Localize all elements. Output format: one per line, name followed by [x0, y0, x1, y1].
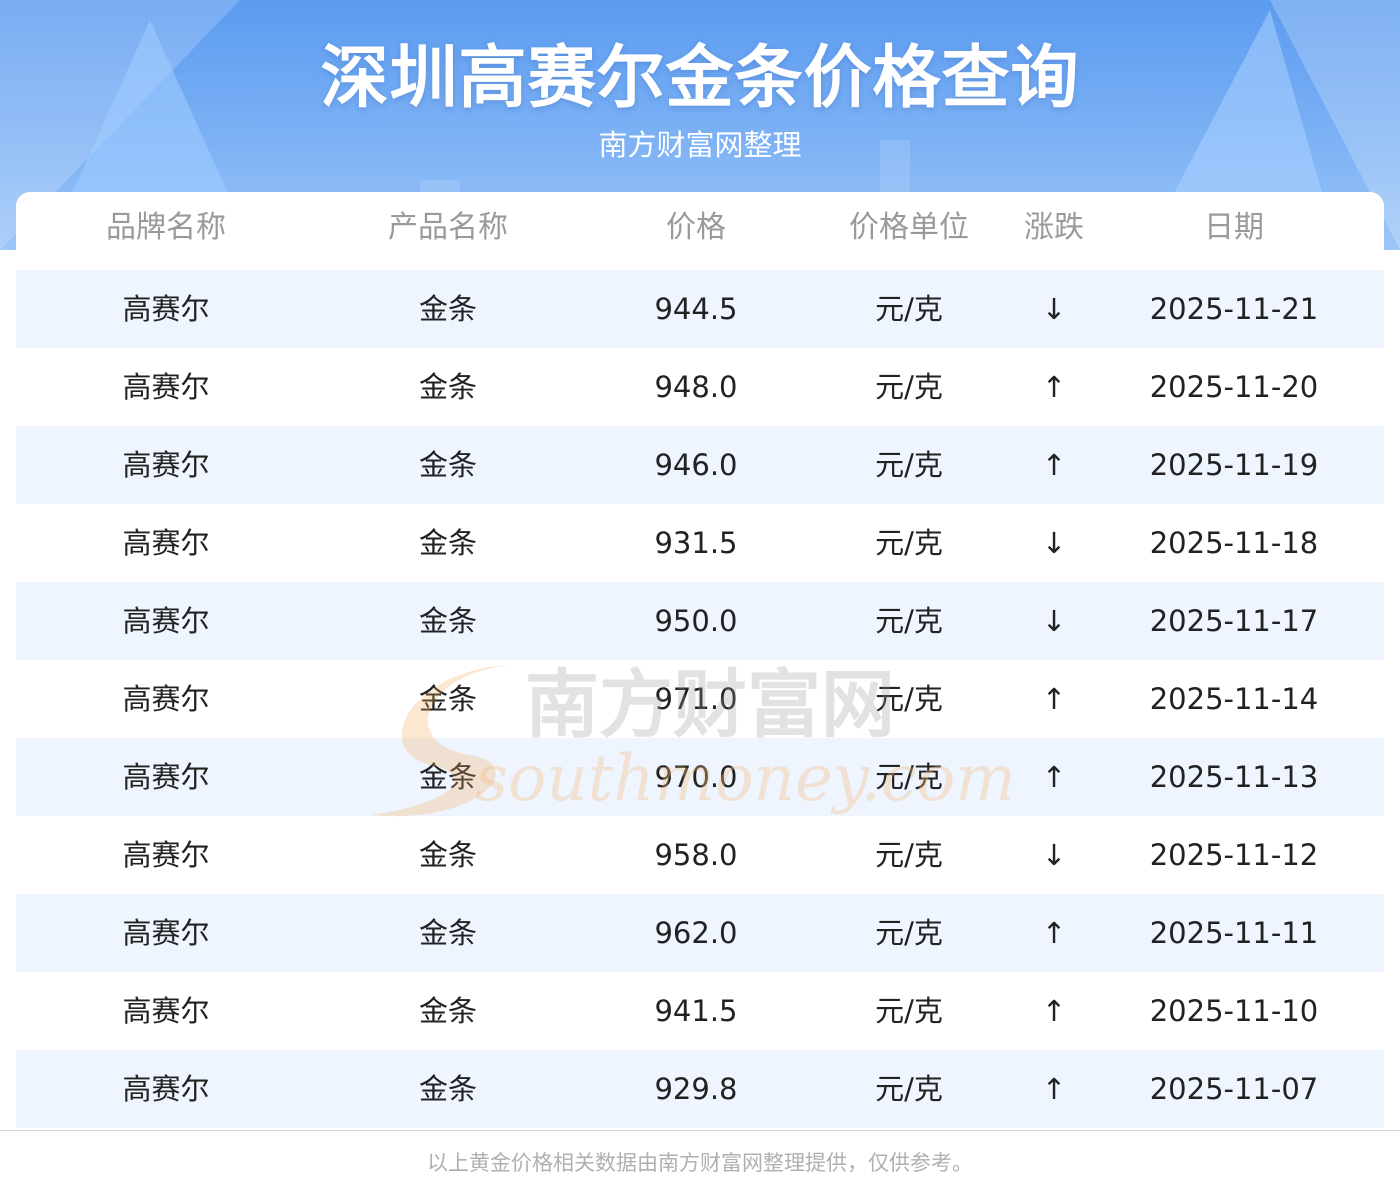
price-cell: 970.0	[654, 760, 738, 794]
footer-divider	[0, 1130, 1400, 1131]
brand-cell: 高赛尔	[122, 760, 210, 794]
price-cell: 958.0	[654, 838, 738, 872]
column-header-date: 日期	[1204, 210, 1264, 245]
brand-cell: 高赛尔	[122, 448, 210, 482]
trend-arrow: ↑	[1041, 916, 1067, 950]
product-cell: 金条	[418, 916, 477, 950]
date-cell: 2025-11-11	[1149, 916, 1319, 950]
trend-arrow: ↑	[1041, 994, 1067, 1028]
price-cell: 941.5	[654, 994, 738, 1028]
product-cell: 金条	[418, 682, 477, 716]
table-row: 高赛尔 金条 944.5 元/克 ↓ 2025-11-21	[16, 270, 1384, 348]
table-row: 高赛尔 金条 970.0 元/克 ↑ 2025-11-13	[16, 738, 1384, 816]
trend-arrow: ↓	[1041, 604, 1067, 638]
table-row: 高赛尔 金条 941.5 元/克 ↑ 2025-11-10	[16, 972, 1384, 1050]
price-cell: 962.0	[654, 916, 738, 950]
unit-cell: 元/克	[875, 916, 943, 950]
table-row: 高赛尔 金条 962.0 元/克 ↑ 2025-11-11	[16, 894, 1384, 972]
column-header-trend: 涨跌	[1024, 210, 1084, 245]
unit-cell: 元/克	[875, 760, 943, 794]
brand-cell: 高赛尔	[122, 994, 210, 1028]
table-row: 高赛尔 金条 946.0 元/克 ↑ 2025-11-19	[16, 426, 1384, 504]
product-cell: 金条	[418, 994, 477, 1028]
column-header-product: 产品名称	[388, 210, 508, 245]
price-cell: 948.0	[654, 370, 738, 404]
brand-cell: 高赛尔	[122, 916, 210, 950]
column-header-price: 价格	[666, 210, 726, 245]
product-cell: 金条	[418, 760, 477, 794]
price-cell: 944.5	[654, 292, 738, 326]
trend-arrow: ↓	[1041, 838, 1067, 872]
column-header-brand: 品牌名称	[106, 210, 226, 245]
date-cell: 2025-11-07	[1149, 1072, 1319, 1106]
date-cell: 2025-11-20	[1149, 370, 1319, 404]
date-cell: 2025-11-13	[1149, 760, 1319, 794]
unit-cell: 元/克	[875, 994, 943, 1028]
date-cell: 2025-11-14	[1149, 682, 1319, 716]
table-row: 高赛尔 金条 931.5 元/克 ↓ 2025-11-18	[16, 504, 1384, 582]
product-cell: 金条	[418, 604, 477, 638]
product-cell: 金条	[418, 838, 477, 872]
unit-cell: 元/克	[875, 1072, 943, 1106]
unit-cell: 元/克	[875, 682, 943, 716]
product-cell: 金条	[418, 1072, 477, 1106]
trend-arrow: ↑	[1041, 1072, 1067, 1106]
trend-arrow: ↓	[1041, 526, 1067, 560]
table-row: 高赛尔 金条 950.0 元/克 ↓ 2025-11-17	[16, 582, 1384, 660]
date-cell: 2025-11-21	[1149, 292, 1319, 326]
unit-cell: 元/克	[875, 604, 943, 638]
price-cell: 929.8	[654, 1072, 738, 1106]
price-cell: 946.0	[654, 448, 738, 482]
trend-arrow: ↑	[1041, 370, 1067, 404]
page-title: 深圳高赛尔金条价格查询	[320, 39, 1080, 118]
unit-cell: 元/克	[875, 292, 943, 326]
price-cell: 971.0	[654, 682, 738, 716]
product-cell: 金条	[418, 526, 477, 560]
trend-arrow: ↓	[1041, 292, 1067, 326]
unit-cell: 元/克	[875, 370, 943, 404]
unit-cell: 元/克	[875, 526, 943, 560]
page-subtitle: 南方财富网整理	[598, 128, 802, 162]
table-row: 高赛尔 金条 958.0 元/克 ↓ 2025-11-12	[16, 816, 1384, 894]
table-row: 高赛尔 金条 948.0 元/克 ↑ 2025-11-20	[16, 348, 1384, 426]
brand-cell: 高赛尔	[122, 370, 210, 404]
brand-cell: 高赛尔	[122, 838, 210, 872]
date-cell: 2025-11-10	[1149, 994, 1319, 1028]
trend-arrow: ↑	[1041, 760, 1067, 794]
brand-cell: 高赛尔	[122, 604, 210, 638]
unit-cell: 元/克	[875, 838, 943, 872]
trend-arrow: ↑	[1041, 448, 1067, 482]
product-cell: 金条	[418, 292, 477, 326]
brand-cell: 高赛尔	[122, 1072, 210, 1106]
table-header-row: 品牌名称 产品名称 价格 价格单位 涨跌 日期	[16, 192, 1384, 270]
table-row: 高赛尔 金条 929.8 元/克 ↑ 2025-11-07	[16, 1050, 1384, 1128]
brand-cell: 高赛尔	[122, 292, 210, 326]
trend-arrow: ↑	[1041, 682, 1067, 716]
product-cell: 金条	[418, 370, 477, 404]
brand-cell: 高赛尔	[122, 682, 210, 716]
price-cell: 950.0	[654, 604, 738, 638]
product-cell: 金条	[418, 448, 477, 482]
footer-note: 以上黄金价格相关数据由南方财富网整理提供，仅供参考。	[427, 1151, 973, 1175]
unit-cell: 元/克	[875, 448, 943, 482]
column-header-unit: 价格单位	[849, 210, 969, 245]
price-table: 品牌名称 产品名称 价格 价格单位 涨跌 日期 高赛尔 金条 944.5 元/克 ↓ 20…	[16, 192, 1384, 1130]
date-cell: 2025-11-18	[1149, 526, 1319, 560]
date-cell: 2025-11-17	[1149, 604, 1319, 638]
date-cell: 2025-11-12	[1149, 838, 1319, 872]
brand-cell: 高赛尔	[122, 526, 210, 560]
date-cell: 2025-11-19	[1149, 448, 1319, 482]
table-row: 高赛尔 金条 971.0 元/克 ↑ 2025-11-14	[16, 660, 1384, 738]
price-cell: 931.5	[654, 526, 738, 560]
